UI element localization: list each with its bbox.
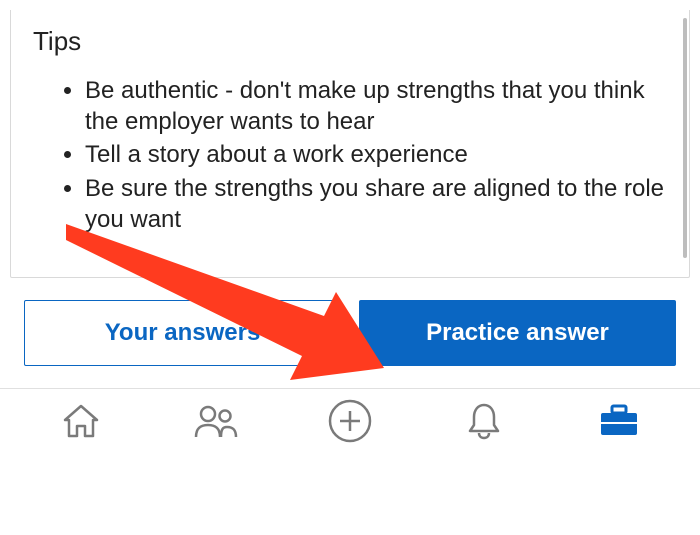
nav-notifications[interactable] (456, 399, 512, 443)
briefcase-icon (598, 403, 640, 439)
nav-jobs[interactable] (591, 399, 647, 443)
practice-answer-button[interactable]: Practice answer (359, 300, 676, 366)
tips-card: Tips Be authentic - don't make up streng… (10, 10, 690, 278)
tip-item: Be sure the strengths you share are alig… (85, 173, 667, 235)
nav-add[interactable] (322, 399, 378, 443)
tip-item: Be authentic - don't make up strengths t… (85, 75, 667, 137)
action-button-row: Your answers Practice answer (0, 278, 700, 389)
tips-list: Be authentic - don't make up strengths t… (33, 75, 667, 235)
bell-icon (465, 401, 503, 441)
nav-home[interactable] (53, 399, 109, 443)
nav-people[interactable] (188, 399, 244, 443)
scroll-indicator[interactable] (683, 18, 687, 258)
plus-circle-icon (328, 399, 372, 443)
home-icon (61, 402, 101, 440)
tips-title: Tips (33, 26, 667, 57)
tip-item: Tell a story about a work experience (85, 139, 667, 170)
people-icon (193, 403, 239, 439)
bottom-nav (0, 389, 700, 455)
your-answers-button[interactable]: Your answers (24, 300, 341, 366)
